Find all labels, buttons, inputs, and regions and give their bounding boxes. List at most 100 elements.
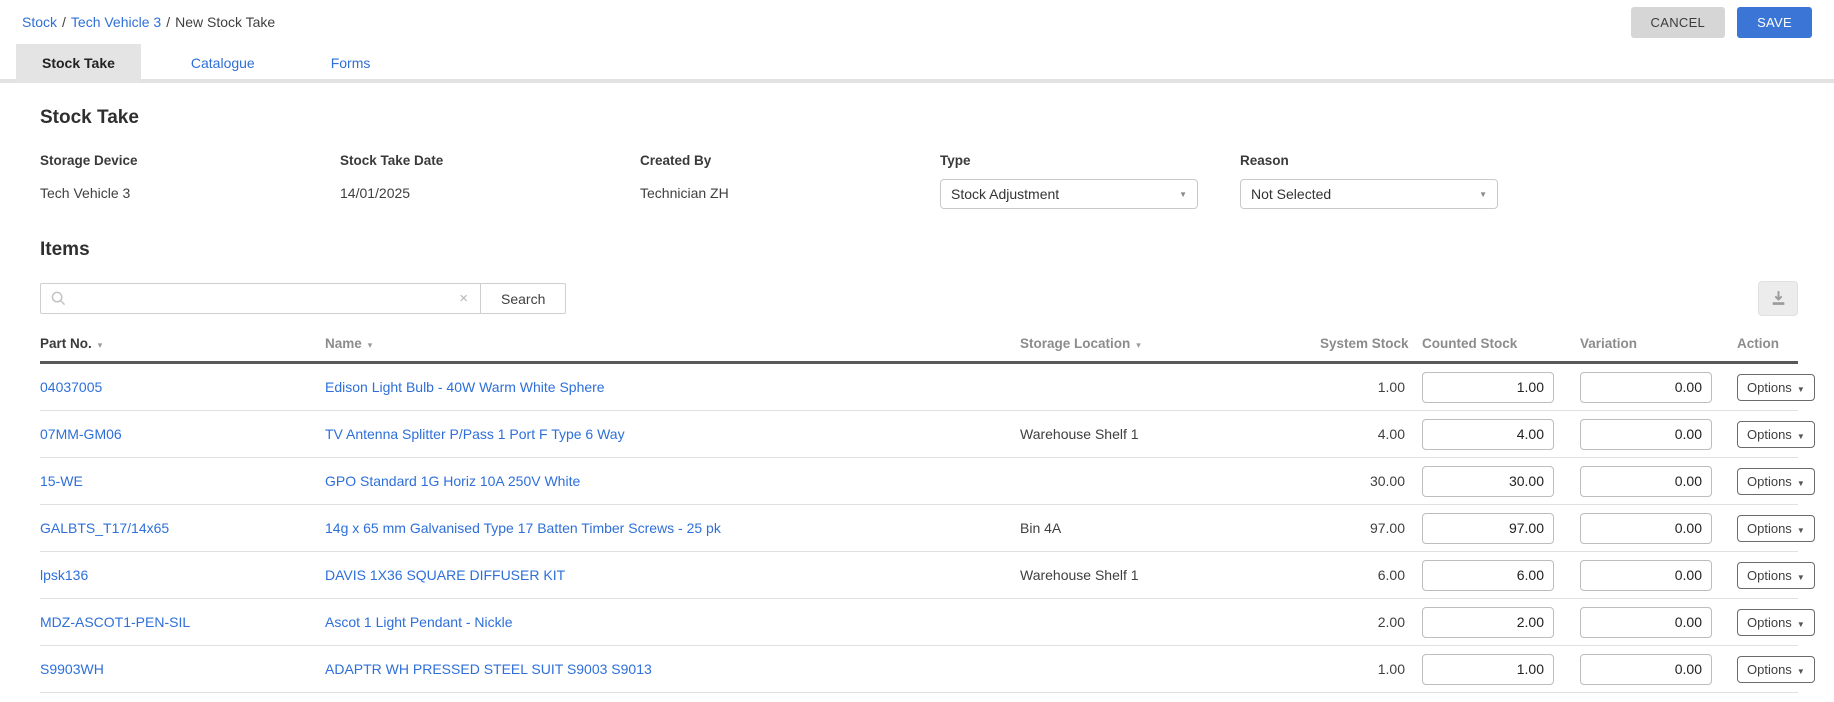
counted-stock-input[interactable]: [1422, 465, 1554, 497]
breadcrumb: Stock / Tech Vehicle 3/New Stock Take: [22, 14, 275, 30]
options-button[interactable]: Options ▼: [1737, 655, 1815, 683]
variation-input[interactable]: [1580, 606, 1712, 638]
export-button[interactable]: [1758, 281, 1798, 316]
counted-stock-input[interactable]: [1422, 418, 1554, 450]
items-table: Part No. ▾ Name ▾ Storage Location ▾ System…: [40, 336, 1815, 693]
system-stock-value: 6.00: [1377, 567, 1405, 583]
clear-search-icon[interactable]: ×: [457, 290, 470, 307]
counted-stock-input[interactable]: [1422, 371, 1554, 403]
sort-caret-icon: ▾: [97, 340, 103, 350]
cancel-button[interactable]: CANCEL: [1630, 6, 1726, 38]
sort-caret-icon: ▾: [1136, 340, 1141, 350]
table-header-row: Part No. ▾ Name ▾ Storage Location ▾ System…: [40, 336, 1798, 364]
field-label: Stock Take Date: [340, 153, 444, 168]
part-no-link[interactable]: S9903WH: [40, 661, 104, 677]
field-storage-device: Storage Device Tech Vehicle 3: [40, 153, 340, 209]
column-header-part-no[interactable]: Part No. ▾: [40, 336, 325, 351]
system-stock-value: 2.00: [1377, 614, 1405, 630]
table-row: 15-WE GPO Standard 1G Horiz 10A 250V Whi…: [40, 458, 1815, 505]
table-row: lpsk136 DAVIS 1X36 SQUARE DIFFUSER KIT W…: [40, 552, 1815, 599]
tab-forms[interactable]: Forms: [305, 44, 397, 83]
tab-bar: Stock Take Catalogue Forms: [0, 44, 1834, 83]
stock-take-fields: Storage Device Tech Vehicle 3 Stock Take…: [40, 153, 1798, 209]
table-row: S9903WH ADAPTR WH PRESSED STEEL SUIT S90…: [40, 646, 1815, 693]
variation-input[interactable]: [1580, 559, 1712, 591]
options-button[interactable]: Options ▼: [1737, 608, 1815, 636]
search-icon: [51, 291, 66, 306]
item-name-link[interactable]: Ascot 1 Light Pendant - Nickle: [325, 614, 513, 630]
breadcrumb-link-tech-vehicle-3[interactable]: Tech Vehicle 3: [71, 14, 161, 30]
system-stock-value: 97.00: [1369, 520, 1405, 536]
chevron-down-icon: ▼: [1796, 478, 1805, 488]
save-button[interactable]: SAVE: [1737, 6, 1812, 38]
sort-caret-icon: ▾: [367, 340, 373, 350]
item-name-link[interactable]: DAVIS 1X36 SQUARE DIFFUSER KIT: [325, 567, 565, 583]
counted-stock-input[interactable]: [1422, 606, 1554, 638]
item-name-link[interactable]: TV Antenna Splitter P/Pass 1 Port F Type…: [325, 426, 625, 442]
stock-take-page: Stock / Tech Vehicle 3/New Stock Take CANC…: [0, 0, 1834, 702]
reason-select[interactable]: Not Selected ▼: [1240, 179, 1498, 209]
chevron-down-icon: ▼: [1796, 666, 1805, 676]
part-no-link[interactable]: 15-WE: [40, 473, 83, 489]
table-body: 04037005 Edison Light Bulb - 40W Warm Wh…: [40, 364, 1815, 693]
table-row: 07MM-GM06 TV Antenna Splitter P/Pass 1 P…: [40, 411, 1815, 458]
search-row: × Search: [40, 281, 1798, 316]
part-no-link[interactable]: 07MM-GM06: [40, 426, 122, 442]
field-label: Type: [940, 153, 971, 168]
type-select[interactable]: Stock Adjustment ▼: [940, 179, 1198, 209]
chevron-down-icon: ▼: [1796, 525, 1805, 535]
variation-input[interactable]: [1580, 418, 1712, 450]
table-row: MDZ-ASCOT1-PEN-SIL Ascot 1 Light Pendant…: [40, 599, 1815, 646]
column-header-system-stock: System Stock: [1320, 336, 1409, 351]
variation-input[interactable]: [1580, 512, 1712, 544]
system-stock-value: 30.00: [1369, 473, 1405, 489]
chevron-down-icon: ▼: [1796, 384, 1805, 394]
field-label: Created By: [640, 153, 712, 168]
variation-input[interactable]: [1580, 465, 1712, 497]
tab-catalogue[interactable]: Catalogue: [165, 44, 281, 83]
top-bar: Stock / Tech Vehicle 3/New Stock Take CANC…: [0, 0, 1834, 42]
storage-location-text: Bin 4A: [1020, 520, 1062, 536]
part-no-link[interactable]: GALBTS_T17/14x65: [40, 520, 169, 536]
part-no-link[interactable]: MDZ-ASCOT1-PEN-SIL: [40, 614, 190, 630]
counted-stock-input[interactable]: [1422, 653, 1554, 685]
column-header-name[interactable]: Name ▾: [325, 336, 1020, 351]
items-section-title: Items: [40, 239, 90, 260]
item-name-link[interactable]: Edison Light Bulb - 40W Warm White Spher…: [325, 379, 605, 395]
column-header-counted-stock: Counted Stock: [1422, 336, 1518, 351]
options-button[interactable]: Options ▼: [1737, 373, 1815, 401]
field-label: Storage Device: [40, 153, 138, 168]
system-stock-value: 1.00: [1377, 661, 1405, 677]
chevron-down-icon: ▼: [1479, 189, 1487, 199]
variation-input[interactable]: [1580, 371, 1712, 403]
item-name-link[interactable]: ADAPTR WH PRESSED STEEL SUIT S9003 S9013: [325, 661, 652, 677]
breadcrumb-separator: /: [62, 14, 66, 30]
variation-input[interactable]: [1580, 653, 1712, 685]
breadcrumb-link-stock[interactable]: Stock: [22, 14, 57, 30]
column-header-storage-location[interactable]: Storage Location ▾: [1020, 336, 1320, 351]
counted-stock-input[interactable]: [1422, 512, 1554, 544]
options-button[interactable]: Options ▼: [1737, 514, 1815, 542]
counted-stock-input[interactable]: [1422, 559, 1554, 591]
field-value: Technician ZH: [640, 185, 729, 201]
tab-stock-take[interactable]: Stock Take: [16, 44, 141, 83]
field-reason: Reason Not Selected ▼: [1240, 153, 1540, 209]
field-label: Reason: [1240, 153, 1289, 168]
search-button[interactable]: Search: [480, 283, 567, 314]
chevron-down-icon: ▼: [1796, 431, 1805, 441]
part-no-link[interactable]: 04037005: [40, 379, 102, 395]
options-button[interactable]: Options ▼: [1737, 467, 1815, 495]
system-stock-value: 4.00: [1377, 426, 1405, 442]
field-value: Tech Vehicle 3: [40, 185, 131, 201]
options-button[interactable]: Options ▼: [1737, 420, 1815, 448]
search-input[interactable]: [74, 290, 458, 307]
topbar-actions: CANCEL SAVE: [1630, 6, 1812, 38]
item-name-link[interactable]: 14g x 65 mm Galvanised Type 17 Batten Ti…: [325, 520, 721, 536]
item-name-link[interactable]: GPO Standard 1G Horiz 10A 250V White: [325, 473, 580, 489]
chevron-down-icon: ▼: [1796, 572, 1805, 582]
download-icon: [1772, 291, 1784, 305]
field-value: 14/01/2025: [340, 185, 411, 201]
options-button[interactable]: Options ▼: [1737, 561, 1815, 589]
stock-take-section-title: Stock Take: [40, 107, 139, 128]
part-no-link[interactable]: lpsk136: [40, 567, 88, 583]
